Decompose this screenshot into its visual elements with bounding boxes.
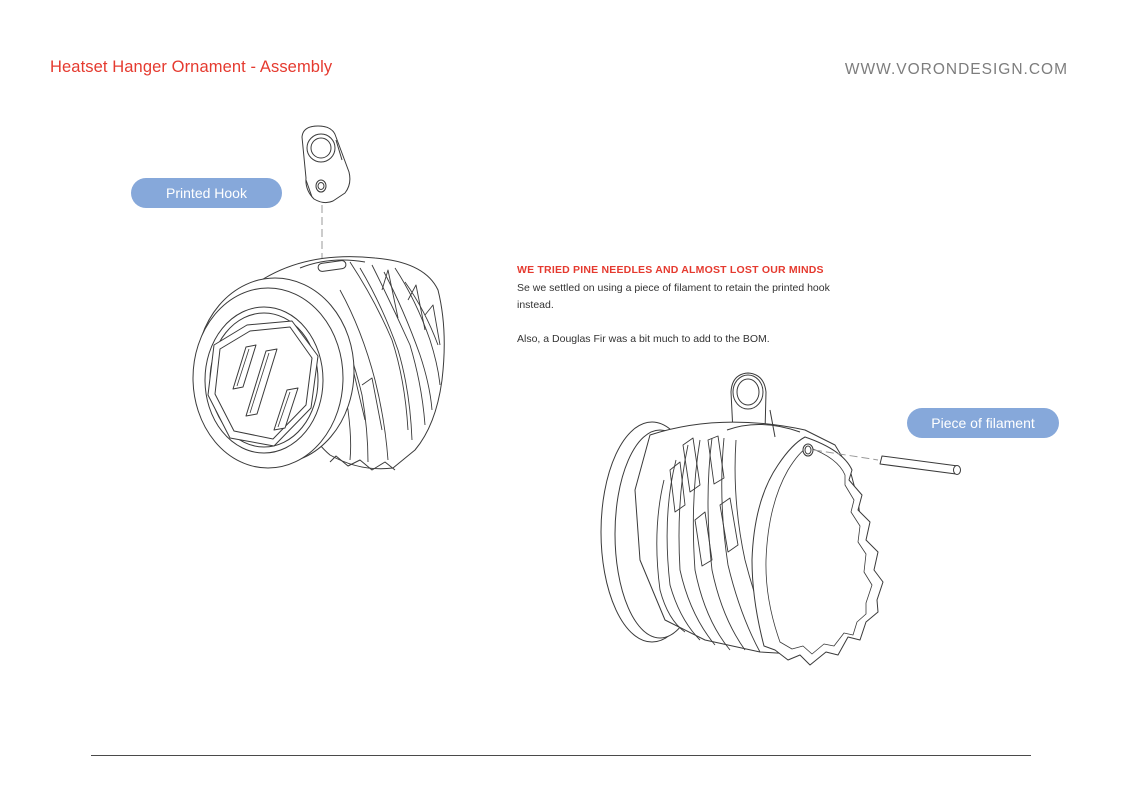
callout-piece-of-filament: Piece of filament <box>907 408 1059 438</box>
filament-piece <box>879 455 961 475</box>
note-body-2: Also, a Douglas Fir was a bit much to ad… <box>517 333 770 345</box>
note-heading: WE TRIED PINE NEEDLES AND ALMOST LOST OU… <box>517 264 824 276</box>
ornament-rear-view <box>600 372 884 666</box>
footer-divider <box>91 755 1031 756</box>
assembly-illustration <box>192 125 961 666</box>
note-body-1: Se we settled on using a piece of filame… <box>517 282 830 311</box>
assembly-note: WE TRIED PINE NEEDLES AND ALMOST LOST OU… <box>517 264 867 348</box>
printed-hook-part <box>301 125 351 204</box>
callout-printed-hook: Printed Hook <box>131 178 282 208</box>
ornament-front-view <box>192 256 445 471</box>
